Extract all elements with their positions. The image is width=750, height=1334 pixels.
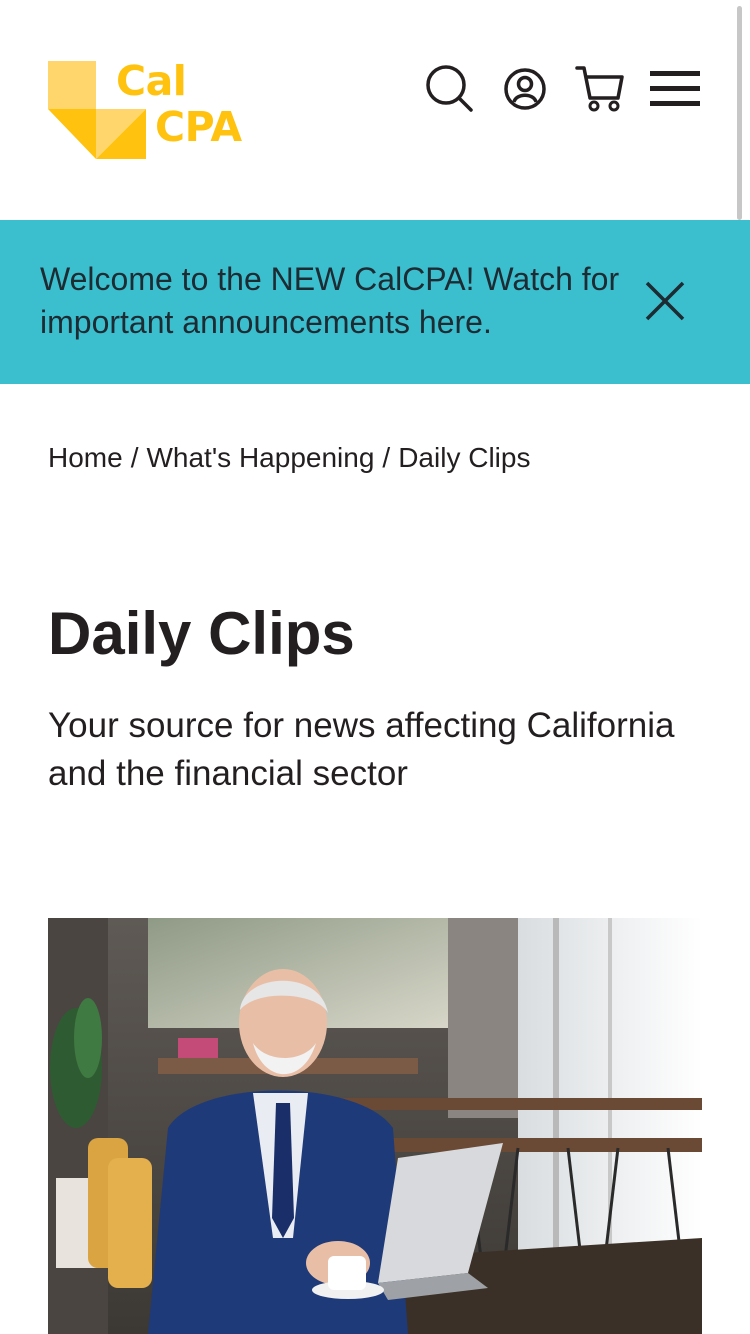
- breadcrumb: Home / What's Happening / Daily Clips: [48, 442, 530, 474]
- hero-photo: [48, 918, 702, 1334]
- logo-wordmark: Cal CPA: [114, 58, 242, 150]
- logo-line-2: CPA: [155, 103, 242, 151]
- account-icon: [504, 68, 546, 110]
- breadcrumb-current: Daily Clips: [398, 442, 531, 473]
- breadcrumb-separator: /: [382, 442, 391, 473]
- breadcrumb-separator: /: [130, 442, 139, 473]
- page-subtitle: Your source for news affecting Californi…: [48, 706, 675, 793]
- cart-button[interactable]: [573, 62, 627, 116]
- account-button[interactable]: [498, 62, 552, 116]
- search-icon: [426, 65, 473, 112]
- page-title: Daily Clips: [48, 600, 355, 667]
- close-icon: [645, 281, 685, 321]
- menu-button[interactable]: [648, 62, 702, 116]
- banner-close-button[interactable]: [636, 272, 694, 330]
- hero-image: [48, 918, 702, 1334]
- calcpa-logo[interactable]: Cal CPA: [48, 58, 258, 162]
- search-button[interactable]: [423, 62, 477, 116]
- menu-icon: [650, 71, 700, 106]
- breadcrumb-home[interactable]: Home: [48, 442, 123, 473]
- breadcrumb-whats-happening[interactable]: What's Happening: [146, 442, 374, 473]
- logo-line-1: Cal: [116, 57, 187, 105]
- cart-icon: [575, 66, 624, 112]
- scrollbar[interactable]: [737, 6, 742, 220]
- site-header: Cal CPA: [0, 0, 750, 220]
- header-actions: [423, 62, 702, 116]
- announcement-text: Welcome to the NEW CalCPA! Watch for imp…: [40, 261, 620, 340]
